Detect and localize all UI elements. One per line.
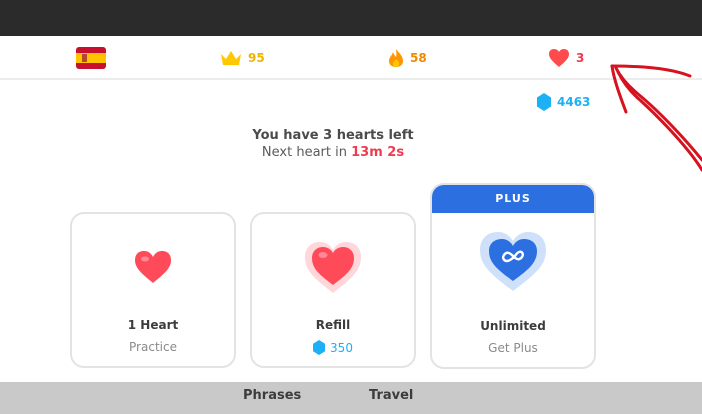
infinity-heart-icon xyxy=(480,232,546,291)
gem-icon xyxy=(313,340,326,355)
gems-count: 4463 xyxy=(557,95,591,109)
option-card-unlimited[interactable]: PLUS Unlimited Get Plus xyxy=(430,183,596,369)
next-heart-timer: 13m 2s xyxy=(351,145,405,160)
option-subtitle: Get Plus xyxy=(488,341,538,355)
crowns-counter[interactable]: 95 xyxy=(220,46,265,70)
spain-flag-icon xyxy=(76,47,106,69)
hearts-counter[interactable]: 3 xyxy=(548,46,584,70)
tab-travel[interactable]: Travel xyxy=(369,388,413,403)
option-title: Unlimited xyxy=(480,319,546,333)
gems-counter[interactable]: 4463 xyxy=(537,93,590,111)
option-card-1-heart[interactable]: 1 Heart Practice xyxy=(70,212,236,368)
status-bar: 95 58 3 xyxy=(0,36,702,80)
next-heart-text: Next heart in 13m 2s xyxy=(200,145,466,160)
crown-icon xyxy=(221,51,241,65)
big-heart-icon xyxy=(305,242,361,293)
next-heart-prefix: Next heart in xyxy=(261,145,352,160)
option-title: 1 Heart xyxy=(127,318,179,332)
streak-counter[interactable]: 58 xyxy=(388,46,427,70)
hearts-message: You have 3 hearts left Next heart in 13m… xyxy=(200,128,466,160)
heart-icon xyxy=(135,251,171,283)
hearts-count: 3 xyxy=(576,51,585,65)
language-flag-button[interactable] xyxy=(76,46,106,70)
refill-price: 350 xyxy=(330,340,353,355)
plus-badge: PLUS xyxy=(432,185,594,213)
tab-phrases[interactable]: Phrases xyxy=(243,388,301,403)
option-card-refill[interactable]: Refill 350 xyxy=(250,212,416,368)
crowns-count: 95 xyxy=(248,51,265,65)
gem-icon xyxy=(537,93,551,111)
option-subtitle: Practice xyxy=(129,340,177,354)
option-title: Refill xyxy=(315,318,351,332)
bottom-tab-bar: Phrases Travel xyxy=(0,382,702,414)
streak-count: 58 xyxy=(410,51,427,65)
top-black-bar xyxy=(0,0,702,36)
option-price: 350 xyxy=(252,340,414,355)
hearts-left-text: You have 3 hearts left xyxy=(252,128,414,143)
flame-icon xyxy=(389,49,403,67)
heart-icon xyxy=(549,49,569,67)
